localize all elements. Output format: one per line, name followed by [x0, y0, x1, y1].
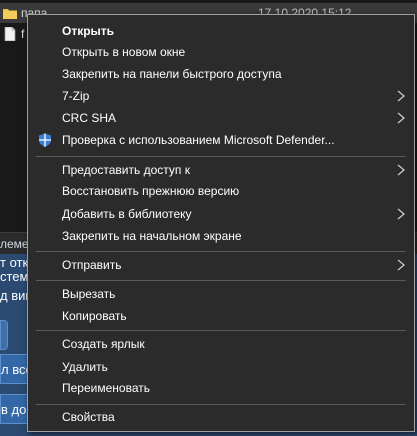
menu-item-rename[interactable]: Переименовать — [28, 377, 414, 399]
context-menu: Открыть Открыть в новом окне Закрепить н… — [27, 14, 415, 432]
menu-item-label: 7-Zip — [62, 89, 90, 103]
menu-item-pin-quick-access[interactable]: Закрепить на панели быстрого доступа — [28, 63, 414, 85]
menu-item-crc-sha[interactable]: CRC SHA — [28, 107, 414, 129]
menu-item-label: Переименовать — [62, 381, 150, 395]
background-text-2: стем — [0, 269, 29, 284]
menu-item-label: Создать ярлык — [62, 337, 145, 351]
menu-item-open-new-window[interactable]: Открыть в новом окне — [28, 41, 414, 63]
menu-item-properties[interactable]: Свойства — [28, 406, 414, 428]
menu-item-cut[interactable]: Вырезать — [28, 283, 414, 305]
chevron-right-icon — [397, 112, 405, 124]
menu-separator — [36, 280, 406, 281]
background-button-1[interactable] — [0, 320, 8, 350]
menu-item-open[interactable]: Открыть — [28, 20, 414, 42]
document-icon — [3, 26, 17, 42]
chevron-right-icon — [397, 90, 405, 102]
menu-item-label: Открыть — [62, 24, 115, 38]
defender-shield-icon — [39, 133, 51, 147]
menu-item-label: Свойства — [62, 410, 115, 424]
menu-item-delete[interactable]: Удалить — [28, 356, 414, 378]
menu-separator — [36, 251, 406, 252]
chevron-right-icon — [397, 208, 405, 220]
menu-item-label: CRC SHA — [62, 111, 117, 125]
menu-item-give-access[interactable]: Предоставить доступ к — [28, 159, 414, 181]
menu-item-label: Открыть в новом окне — [62, 45, 186, 59]
chevron-right-icon — [397, 259, 405, 271]
menu-item-pin-start[interactable]: Закрепить на начальном экране — [28, 225, 414, 247]
desktop-screen: папа 17.10.2020 15:12 f лемен т отк стем… — [0, 0, 417, 436]
menu-item-label: Копировать — [62, 309, 127, 323]
menu-item-7zip[interactable]: 7-Zip — [28, 85, 414, 107]
menu-item-defender-scan[interactable]: Проверка с использованием Microsoft Defe… — [28, 129, 414, 151]
menu-item-copy[interactable]: Копировать — [28, 305, 414, 327]
menu-item-send-to[interactable]: Отправить — [28, 254, 414, 276]
menu-item-label: Добавить в библиотеку — [62, 207, 192, 221]
menu-item-label: Предоставить доступ к — [62, 163, 190, 177]
menu-item-label: Удалить — [62, 360, 108, 374]
chevron-right-icon — [397, 164, 405, 176]
folder-icon — [3, 6, 17, 20]
menu-item-label: Закрепить на панели быстрого доступа — [62, 67, 282, 81]
menu-item-label: Восстановить прежнюю версию — [62, 184, 240, 198]
menu-separator — [36, 404, 406, 405]
menu-item-label: Вырезать — [62, 287, 116, 301]
background-text-1: т отк — [0, 255, 29, 270]
menu-item-add-to-library[interactable]: Добавить в библиотеку — [28, 203, 414, 225]
menu-separator — [36, 330, 406, 331]
menu-item-label: Отправить — [62, 258, 122, 272]
background-button-3-label: в до — [1, 401, 27, 417]
menu-item-label: Проверка с использованием Microsoft Defe… — [62, 133, 335, 147]
menu-item-create-shortcut[interactable]: Создать ярлык — [28, 333, 414, 355]
menu-item-restore-version[interactable]: Восстановить прежнюю версию — [28, 180, 414, 202]
menu-item-label: Закрепить на начальном экране — [62, 229, 242, 243]
menu-separator — [36, 156, 406, 157]
